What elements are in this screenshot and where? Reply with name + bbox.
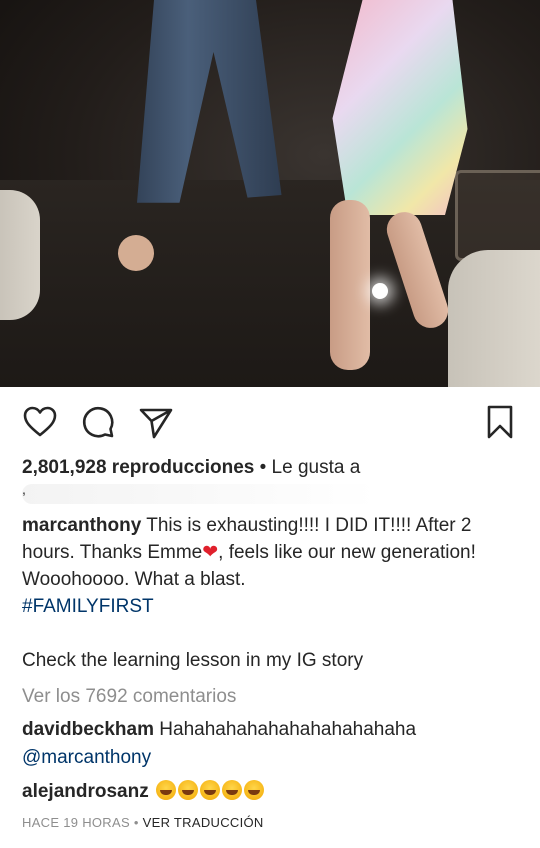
video-sofa-left: [0, 190, 40, 320]
heart-emoji: ❤: [202, 542, 219, 563]
comment-username[interactable]: davidbeckham: [22, 719, 154, 740]
laughing-emoji-icon: [244, 780, 264, 800]
video-person-child: [332, 0, 468, 215]
laughing-emoji-icon: [200, 780, 220, 800]
paper-plane-icon[interactable]: [134, 400, 178, 444]
post-timestamp: HACE 19 HORAS: [22, 815, 130, 830]
comment-username[interactable]: alejandrosanz: [22, 781, 149, 802]
comment-bubble-icon[interactable]: [76, 400, 120, 444]
post-caption: marcanthony This is exhausting!!!! I DID…: [22, 512, 522, 674]
meta-separator: •: [129, 815, 143, 830]
comment-item: davidbeckham Hahahahahahahahahahahaha @m…: [22, 716, 522, 772]
comment-mention[interactable]: @marcanthony: [22, 747, 151, 768]
views-count[interactable]: 2,801,928 reproducciones: [22, 457, 254, 478]
post-actions-bar: [0, 400, 540, 444]
caption-line-2: Check the learning lesson in my IG story: [22, 650, 364, 671]
video-side-table: [455, 170, 540, 261]
laughing-emoji-group: [154, 780, 264, 802]
comment-item: alejandrosanz: [22, 778, 522, 806]
laughing-emoji-icon: [156, 780, 176, 800]
view-all-comments-link[interactable]: Ver los 7692 comentarios: [22, 686, 236, 708]
laughing-emoji-icon: [178, 780, 198, 800]
heart-outline-icon[interactable]: [18, 400, 62, 444]
views-and-likes: 2,801,928 reproducciones • Le gusta a: [22, 457, 360, 479]
liked-by-names-text: ,: [22, 481, 26, 497]
laughing-emoji-icon: [222, 780, 242, 800]
comment-text: Hahahahahahahahahahahaha: [154, 719, 417, 740]
post-meta: HACE 19 HORAS • VER TRADUCCIÓN: [22, 815, 264, 830]
bookmark-icon[interactable]: [478, 400, 522, 444]
video-sofa-right: [448, 250, 540, 387]
video-foot: [118, 235, 154, 271]
caption-username[interactable]: marcanthony: [22, 515, 141, 536]
see-translation-link[interactable]: VER TRADUCCIÓN: [143, 815, 264, 830]
liked-by-prefix: • Le gusta a: [259, 457, 361, 478]
post-video[interactable]: [0, 0, 540, 387]
video-child-leg: [330, 200, 370, 370]
liked-by-names[interactable]: ,: [22, 481, 377, 504]
video-light-glare: [372, 283, 388, 299]
hashtag-link[interactable]: #FAMILYFIRST: [22, 596, 154, 617]
